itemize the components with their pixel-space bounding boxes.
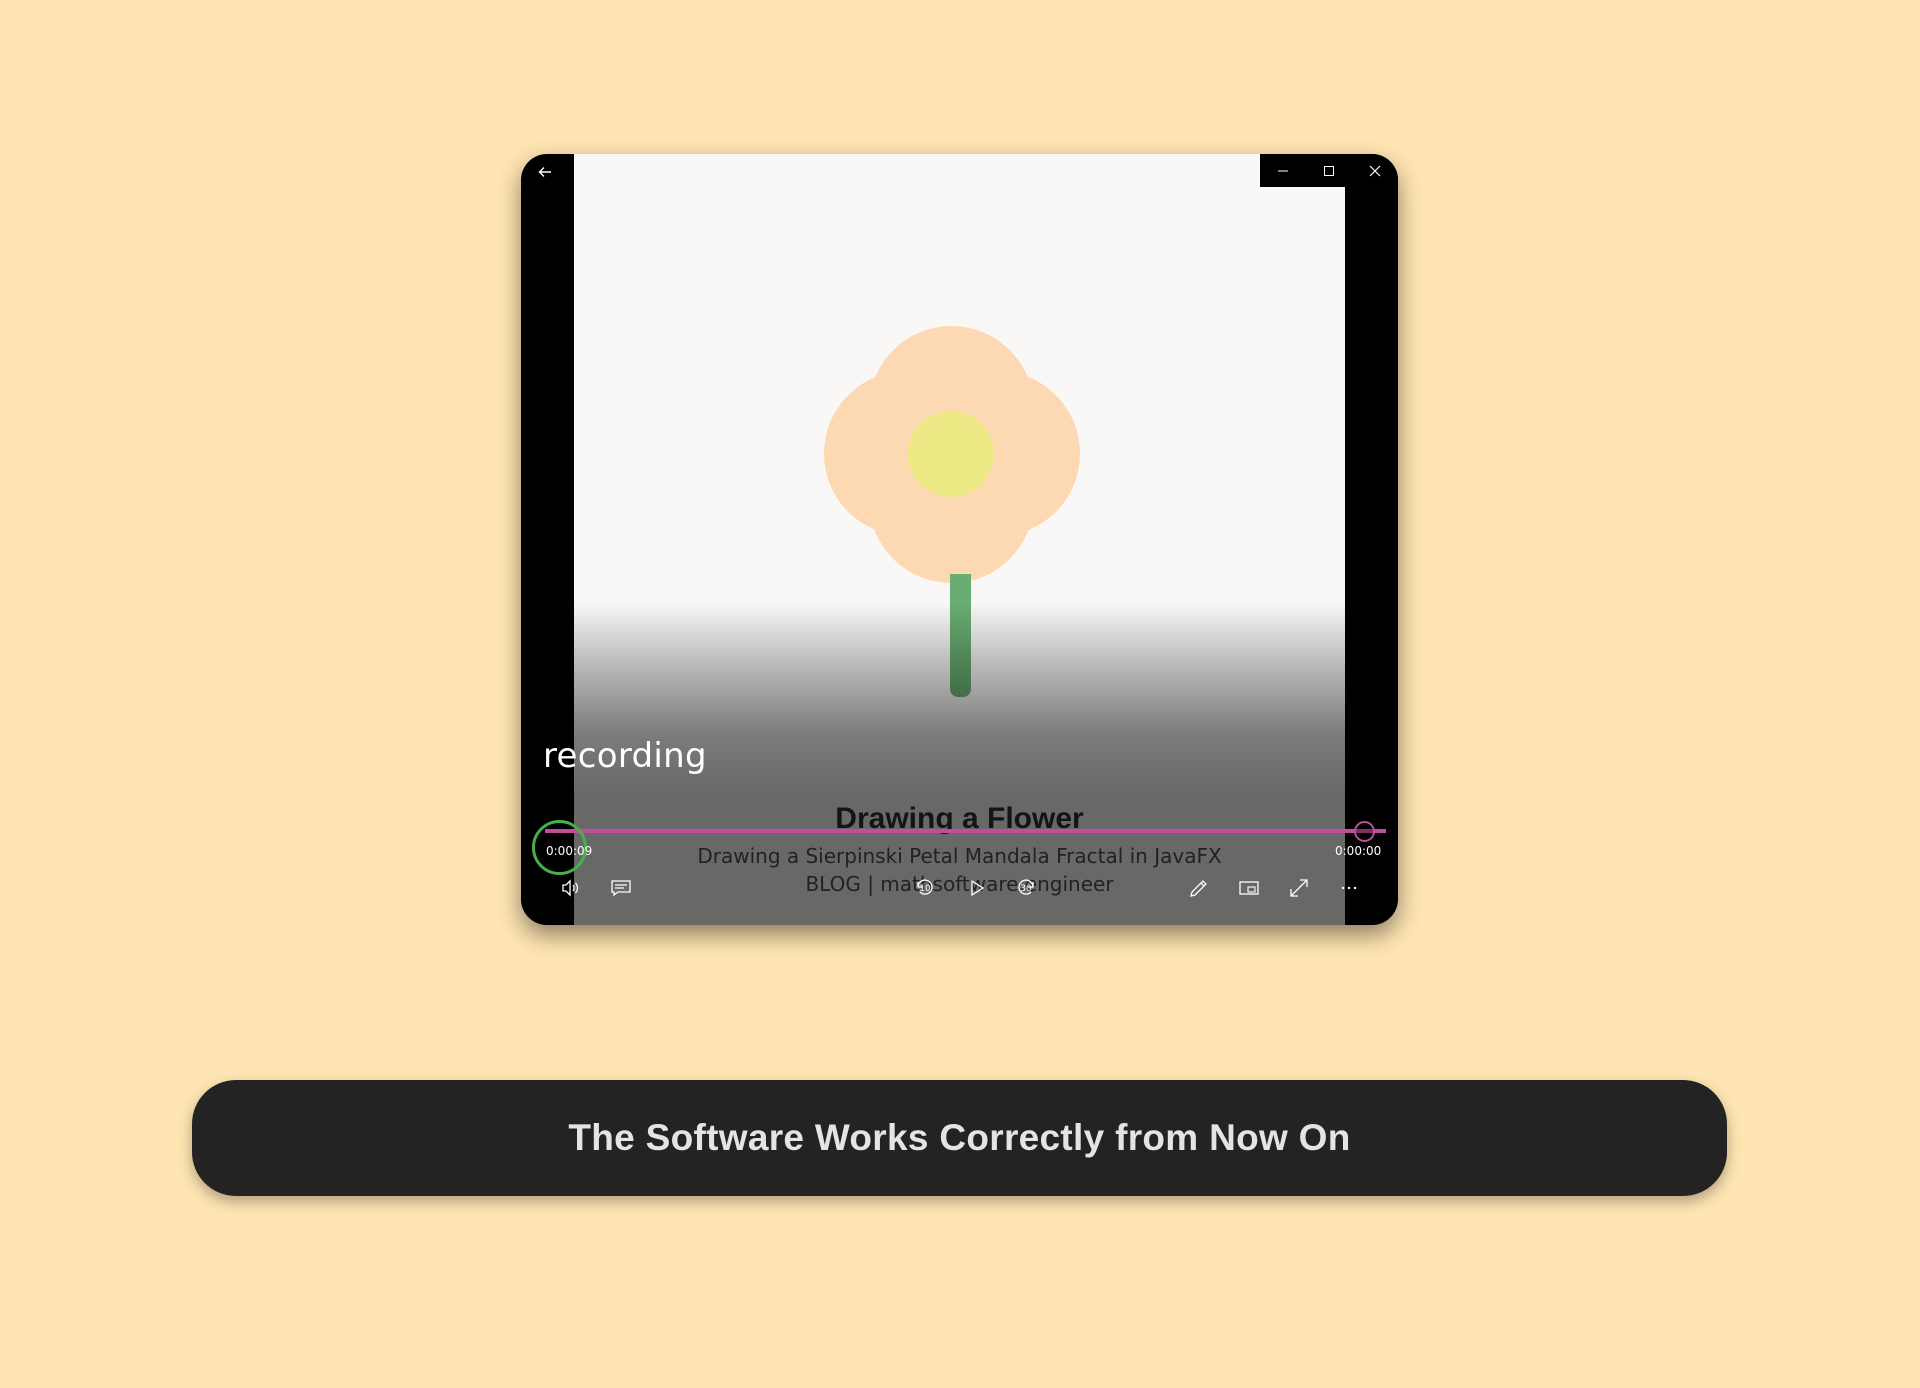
- miniplayer-button[interactable]: [1233, 872, 1265, 904]
- video-text-layer: Drawing a Flower Drawing a Sierpinski Pe…: [574, 154, 1345, 925]
- remaining-time: 0:00:00: [1335, 844, 1382, 858]
- edit-button[interactable]: [1183, 872, 1215, 904]
- caption-text: recording: [543, 736, 707, 776]
- play-icon: [971, 879, 985, 897]
- caption-banner: The Software Works Correctly from Now On: [192, 1080, 1727, 1196]
- window-controls: [1260, 154, 1398, 187]
- volume-icon: [562, 879, 579, 897]
- minimize-button[interactable]: [1260, 154, 1306, 187]
- back-button[interactable]: [527, 157, 563, 187]
- seek-thumb[interactable]: [1354, 821, 1375, 842]
- fullscreen-button[interactable]: [1283, 872, 1315, 904]
- fullscreen-icon: [1290, 879, 1308, 897]
- skip-forward-label: 30: [1020, 884, 1032, 894]
- maximize-button[interactable]: [1306, 154, 1352, 187]
- media-player-window: Drawing a Flower Drawing a Sierpinski Pe…: [521, 154, 1398, 925]
- more-options-button[interactable]: [1333, 872, 1365, 904]
- close-button[interactable]: [1352, 154, 1398, 187]
- video-subtitle-line1: Drawing a Sierpinski Petal Mandala Fract…: [697, 844, 1222, 868]
- skip-back-label: 10: [919, 884, 931, 894]
- close-icon: [1369, 165, 1381, 176]
- play-button[interactable]: [960, 872, 992, 904]
- subtitles-icon: [611, 880, 631, 897]
- skip-forward-button[interactable]: 30: [1010, 872, 1042, 904]
- subtitles-button[interactable]: [605, 872, 637, 904]
- miniplayer-icon: [1239, 881, 1259, 895]
- maximize-icon: [1324, 165, 1334, 176]
- minimize-icon: [1278, 170, 1288, 171]
- edit-pencil-icon: [1190, 880, 1207, 897]
- current-time: 0:00:09: [546, 844, 593, 858]
- seek-bar[interactable]: [545, 829, 1386, 833]
- volume-button[interactable]: [555, 872, 587, 904]
- banner-text: The Software Works Correctly from Now On: [568, 1117, 1351, 1158]
- skip-back-button[interactable]: 10: [909, 872, 941, 904]
- more-icon: [1341, 886, 1357, 890]
- back-arrow-icon: [538, 167, 551, 177]
